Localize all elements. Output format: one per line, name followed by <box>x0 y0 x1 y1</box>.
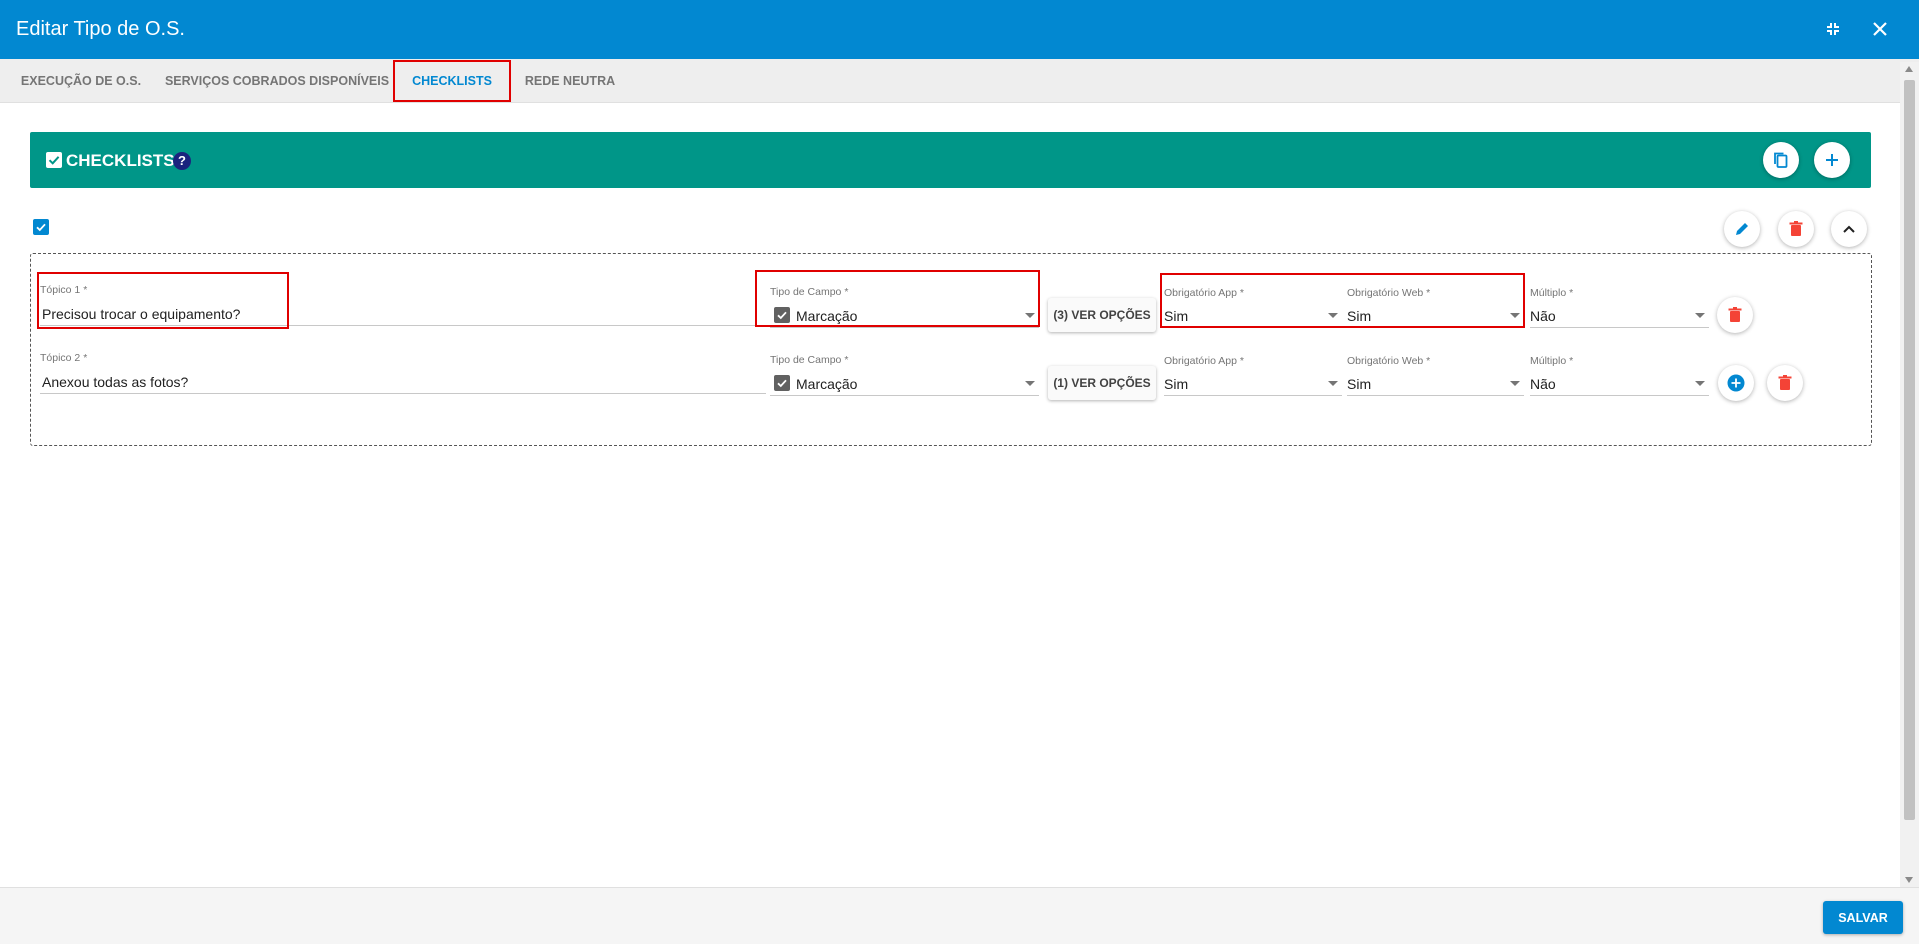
tab-servicos-cobrados[interactable]: SERVIÇOS COBRADOS DISPONÍVEIS <box>160 59 394 103</box>
checkbox-icon <box>774 307 790 323</box>
plus-circle-icon <box>1727 374 1745 392</box>
topic-2-tipo-label: Tipo de Campo * <box>770 354 849 366</box>
dropdown-caret-icon <box>1328 313 1338 318</box>
checkbox-icon <box>46 152 62 173</box>
topic-1-delete-button[interactable] <box>1717 297 1753 333</box>
topic-2-obrigatorio-web-select[interactable]: Obrigatório Web * Sim <box>1347 355 1524 396</box>
topic-2-web-label: Obrigatório Web * <box>1347 355 1431 367</box>
topic-2-ver-opcoes-button[interactable]: (1) VER OPÇÕES <box>1048 366 1156 400</box>
window-title: Editar Tipo de O.S. <box>16 18 185 40</box>
delete-checklist-button[interactable] <box>1778 211 1814 247</box>
dropdown-caret-icon <box>1025 313 1035 318</box>
topics-container <box>30 253 1872 446</box>
topic-1-multiplo-label: Múltiplo * <box>1530 287 1574 299</box>
topic-2-add-button[interactable] <box>1718 365 1754 401</box>
tab-rede-neutra[interactable]: REDE NEUTRA <box>520 59 620 103</box>
topic-2-multiplo-value: Não <box>1530 376 1556 392</box>
topic-2-tipo-campo-select[interactable]: Tipo de Campo * Marcação <box>770 354 1039 396</box>
topic-1-obrigatorio-web-select[interactable]: Obrigatório Web * Sim <box>1347 287 1524 328</box>
close-icon[interactable] <box>1865 14 1895 44</box>
checkbox-icon <box>774 375 790 391</box>
pencil-icon <box>1736 223 1748 235</box>
tab-bar: EXECUÇÃO DE O.S. SERVIÇOS COBRADOS DISPO… <box>0 59 1919 103</box>
scroll-down-icon[interactable] <box>1905 877 1913 883</box>
topic-2-delete-button[interactable] <box>1767 365 1803 401</box>
scrollbar-thumb[interactable] <box>1904 80 1915 820</box>
topic-2-value: Anexou todas as fotos? <box>42 374 189 390</box>
dropdown-caret-icon <box>1328 381 1338 386</box>
trash-icon <box>1778 375 1792 390</box>
topic-2-multiplo-label: Múltiplo * <box>1530 355 1574 367</box>
dropdown-caret-icon <box>1695 381 1705 386</box>
topic-2-app-value: Sim <box>1164 376 1189 392</box>
topic-1-tipo-value: Marcação <box>796 308 858 324</box>
copy-icon <box>1774 152 1788 168</box>
dropdown-caret-icon <box>1695 313 1705 318</box>
trash-icon <box>1789 221 1803 236</box>
add-checklist-button[interactable] <box>1814 142 1850 178</box>
tab-checklists[interactable]: CHECKLISTS <box>394 59 510 103</box>
topic-1-value: Precisou trocar o equipamento? <box>42 306 241 322</box>
topic-2-label: Tópico 2 * <box>40 352 88 364</box>
help-icon[interactable]: ? <box>173 152 191 170</box>
topic-1-app-value: Sim <box>1164 308 1189 324</box>
topic-2-web-value: Sim <box>1347 376 1372 392</box>
topic-1-obrigatorio-app-select[interactable]: Obrigatório App * Sim <box>1164 287 1342 328</box>
topic-1-multiplo-select[interactable]: Múltiplo * Não <box>1530 287 1709 328</box>
vertical-scrollbar[interactable] <box>1900 62 1919 887</box>
topic-2-tipo-value: Marcação <box>796 376 858 392</box>
collapse-button[interactable] <box>1831 211 1867 247</box>
tab-execucao[interactable]: EXECUÇÃO DE O.S. <box>14 59 148 103</box>
topic-1-app-label: Obrigatório App * <box>1164 287 1244 299</box>
scroll-up-icon[interactable] <box>1905 66 1913 72</box>
chevron-up-icon <box>1843 225 1855 233</box>
dropdown-caret-icon <box>1510 313 1520 318</box>
content-area <box>0 103 1900 887</box>
topic-1-multiplo-value: Não <box>1530 308 1556 324</box>
topic-1-tipo-campo-select[interactable]: Tipo de Campo * Marcação <box>770 286 1039 328</box>
topic-2-obrigatorio-app-select[interactable]: Obrigatório App * Sim <box>1164 355 1342 396</box>
topic-1-web-value: Sim <box>1347 308 1372 324</box>
topic-1-label: Tópico 1 * <box>40 284 88 296</box>
topic-1-tipo-label: Tipo de Campo * <box>770 286 849 298</box>
topic-2-multiplo-select[interactable]: Múltiplo * Não <box>1530 355 1709 396</box>
edit-button[interactable] <box>1724 211 1760 247</box>
dropdown-caret-icon <box>1510 381 1520 386</box>
topic-1-field[interactable]: Tópico 1 * Precisou trocar o equipamento… <box>40 284 766 326</box>
section-title: CHECKLISTS <box>66 151 175 170</box>
checklists-header: CHECKLISTS ? <box>30 132 1871 188</box>
topic-2-field[interactable]: Tópico 2 * Anexou todas as fotos? <box>40 352 766 394</box>
compress-icon[interactable] <box>1818 14 1848 44</box>
window-titlebar: Editar Tipo de O.S. <box>0 0 1919 59</box>
topic-1-ver-opcoes-button[interactable]: (3) VER OPÇÕES <box>1048 298 1156 332</box>
copy-button[interactable] <box>1763 142 1799 178</box>
topic-1-web-label: Obrigatório Web * <box>1347 287 1431 299</box>
save-button[interactable]: SALVAR <box>1823 901 1903 934</box>
plus-icon <box>1826 154 1838 166</box>
trash-icon <box>1728 307 1742 322</box>
dropdown-caret-icon <box>1025 381 1035 386</box>
topic-2-app-label: Obrigatório App * <box>1164 355 1244 367</box>
select-all-checkbox[interactable] <box>33 219 49 235</box>
dialog-footer <box>0 887 1919 944</box>
